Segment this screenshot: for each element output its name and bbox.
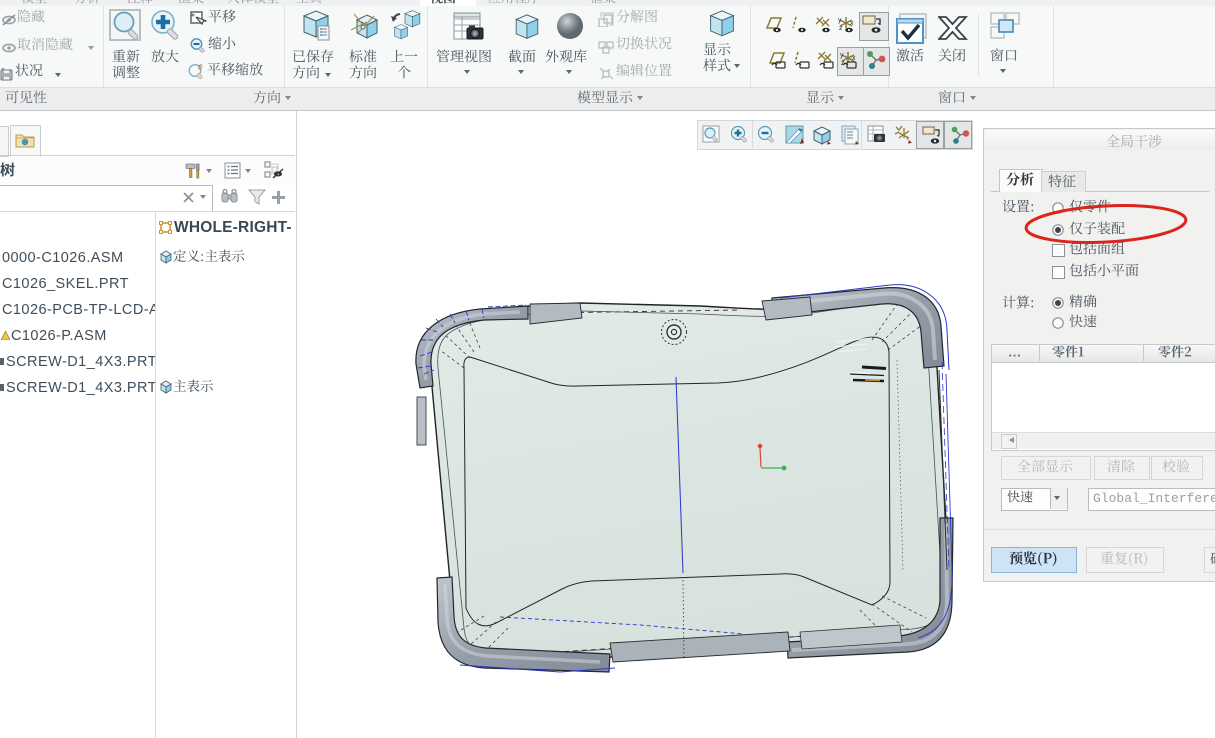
svg-text:x: x — [852, 55, 856, 62]
svg-text:y: y — [840, 52, 844, 59]
svg-text:y: y — [838, 17, 842, 24]
svg-text:x: x — [850, 20, 854, 27]
svg-text:z: z — [839, 25, 843, 32]
svg-text:*: * — [906, 136, 909, 145]
